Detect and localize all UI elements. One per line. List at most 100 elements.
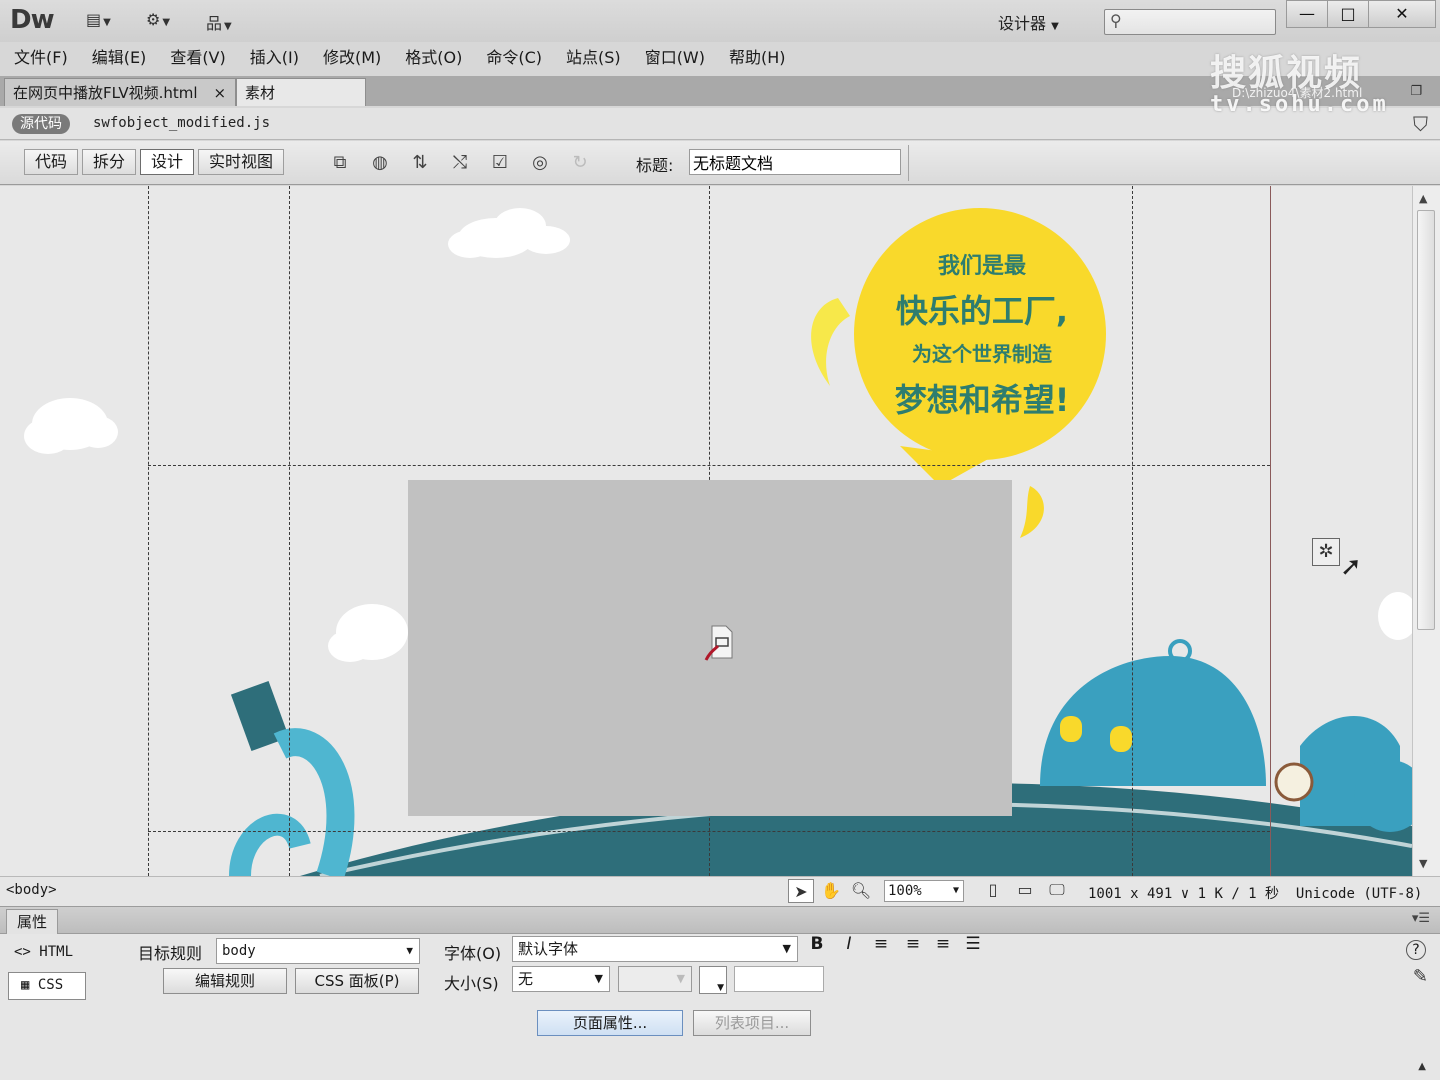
refresh-icon[interactable]: ↻: [560, 149, 600, 177]
related-file-swfobject[interactable]: swfobject_modified.js: [93, 115, 270, 131]
menu-insert[interactable]: 插入(I): [250, 42, 299, 74]
design-canvas[interactable]: 我们是最 快乐的工厂, 为这个世界制造 梦想和希望! ✲ ➚: [0, 186, 1412, 876]
layout-icon[interactable]: ▤ ▼: [86, 10, 111, 32]
dimensions-caret[interactable]: ∨: [1181, 886, 1189, 902]
italic-button[interactable]: I: [836, 934, 862, 954]
visual-aids-icon[interactable]: ◎: [520, 149, 560, 177]
status-bar: <body> ➤ ✋ 🔍︎ 100% ▼ ▯ ▭ 🖵 1001 x 491 ∨ 1…: [0, 876, 1440, 906]
live-view-button[interactable]: 实时视图: [198, 149, 285, 175]
html-mode-label: HTML: [39, 944, 74, 960]
font-select[interactable]: 默认字体 ▼: [512, 936, 798, 962]
collapse-panel-icon[interactable]: ▲: [1418, 1061, 1426, 1072]
text-color-picker[interactable]: ▼: [699, 966, 727, 994]
select-tool-icon[interactable]: ➤: [788, 879, 814, 903]
tab-flv-html[interactable]: 在网页中播放FLV视频.html ×: [4, 78, 236, 106]
menu-help[interactable]: 帮助(H): [729, 42, 786, 74]
scrollbar-thumb[interactable]: [1417, 210, 1435, 630]
document-toolbar: 代码 拆分 设计 实时视图 ⧉ ◍ ⇅ ⤭ ☑ ◎ ↻ 标题:: [0, 141, 1440, 185]
slogan-line-1: 我们是最: [937, 254, 1026, 279]
align-left-icon[interactable]: ≡: [868, 934, 894, 954]
zoom-tool-icon[interactable]: 🔍︎: [848, 879, 874, 903]
window-size-icons: ▯ ▭ 🖵: [978, 880, 1074, 902]
text-color-input[interactable]: [734, 966, 824, 992]
flash-video-placeholder[interactable]: [408, 480, 1012, 816]
tab-close-icon[interactable]: ×: [214, 84, 227, 102]
align-right-icon[interactable]: ≡: [930, 934, 956, 954]
extend-gear-icon[interactable]: ⚙ ▼: [146, 10, 170, 32]
multiscreen-icon[interactable]: ⧉: [320, 149, 360, 177]
source-code-button[interactable]: 源代码: [12, 114, 70, 134]
menu-site[interactable]: 站点(S): [566, 42, 621, 74]
flash-plugin-icon: [704, 625, 733, 661]
slogan-line-4: 梦想和希望!: [894, 381, 1070, 419]
maximize-button[interactable]: □: [1327, 0, 1369, 28]
target-rule-select[interactable]: body ▼: [216, 938, 420, 964]
html-mode-button[interactable]: <> HTML: [14, 944, 73, 960]
table-guide-line: [148, 465, 1270, 466]
search-icon: ⚲: [1110, 11, 1122, 30]
phone-size-icon[interactable]: ▯: [978, 880, 1008, 902]
edit-rule-button[interactable]: 编辑规则: [163, 968, 287, 994]
menu-window[interactable]: 窗口(W): [645, 42, 705, 74]
target-rule-label: 目标规则: [138, 944, 203, 963]
list-item-button[interactable]: 列表项目...: [693, 1010, 811, 1036]
desktop-size-icon[interactable]: 🖵: [1042, 880, 1072, 902]
bold-button[interactable]: B: [804, 934, 830, 954]
properties-tab[interactable]: 属性: [6, 909, 59, 935]
menu-view[interactable]: 查看(V): [170, 42, 225, 74]
workspace-switcher[interactable]: 设计器 ▼: [998, 10, 1059, 34]
vertical-scrollbar[interactable]: ▲ ▼: [1412, 186, 1440, 876]
download-size-time: 1 K / 1 秒: [1197, 886, 1280, 902]
restore-document-icon[interactable]: ❐: [1410, 84, 1422, 99]
slogan-line-3: 为这个世界制造: [912, 342, 1052, 366]
scroll-down-icon[interactable]: ▼: [1419, 857, 1427, 870]
align-center-icon[interactable]: ≡: [900, 934, 926, 954]
css-panel-button[interactable]: CSS 面板(P): [295, 968, 419, 994]
size-unit-select[interactable]: ▼: [618, 966, 692, 992]
status-tools: ➤ ✋ 🔍︎: [788, 879, 878, 903]
menu-file[interactable]: 文件(F): [14, 42, 68, 74]
filter-icon[interactable]: ⛉: [1413, 112, 1428, 136]
font-label: 字体(O): [444, 944, 502, 963]
help-search-input[interactable]: ⚲: [1104, 9, 1276, 35]
view-switcher: 代码 拆分 设计 实时视图: [24, 149, 288, 175]
hand-tool-icon[interactable]: ✋: [818, 879, 844, 903]
tablet-size-icon[interactable]: ▭: [1010, 880, 1040, 902]
validate-icon[interactable]: ☑: [480, 149, 520, 177]
panel-options-icon[interactable]: ▾☰: [1412, 911, 1430, 926]
minimize-button[interactable]: —: [1286, 0, 1328, 28]
menu-modify[interactable]: 修改(M): [323, 42, 381, 74]
table-guide-line: [289, 186, 290, 876]
css-mode-button[interactable]: ▦ CSS: [8, 972, 86, 1000]
inspect-icon[interactable]: ⤭: [440, 149, 480, 177]
menu-format[interactable]: 格式(O): [405, 42, 462, 74]
document-info: 1001 x 491 ∨ 1 K / 1 秒 Unicode (UTF-8): [1088, 883, 1422, 903]
tag-selector-body[interactable]: <body>: [6, 882, 57, 898]
help-icon[interactable]: ?: [1406, 940, 1426, 960]
tab-sucai2-html[interactable]: 素材2.html*×: [236, 78, 366, 130]
zoom-value: 100%: [888, 883, 922, 899]
size-select[interactable]: 无 ▼: [512, 966, 610, 992]
font-value: 默认字体: [518, 940, 579, 958]
page-properties-button[interactable]: 页面属性...: [537, 1010, 683, 1036]
menu-edit[interactable]: 编辑(E): [92, 42, 147, 74]
code-view-button[interactable]: 代码: [24, 149, 79, 175]
properties-panel: <> HTML ▦ CSS 目标规则 body ▼ 编辑规则 CSS 面板(P) …: [0, 934, 1440, 1080]
size-value: 无: [518, 970, 534, 988]
file-management-icon[interactable]: ⇅: [400, 149, 440, 177]
quick-tag-editor-icon[interactable]: ✎: [1413, 966, 1428, 987]
design-view-button[interactable]: 设计: [140, 149, 195, 175]
site-icon[interactable]: 品 ▼: [206, 10, 232, 33]
dreamweaver-window: Dw ▤ ▼ ⚙ ▼ 品 ▼ 设计器 ▼ ⚲ — □ ✕ 文件(F) 编辑(E) 查看…: [0, 0, 1440, 1080]
tab-label: 在网页中播放FLV视频.html: [13, 84, 198, 102]
preview-browser-icon[interactable]: ◍: [360, 149, 400, 177]
close-button[interactable]: ✕: [1368, 0, 1436, 28]
menu-commands[interactable]: 命令(C): [486, 42, 542, 74]
window-dimensions[interactable]: 1001 x 491: [1088, 886, 1172, 902]
split-view-button[interactable]: 拆分: [82, 149, 137, 175]
scroll-up-icon[interactable]: ▲: [1419, 192, 1427, 205]
plugin-marker-icon[interactable]: ✲: [1312, 538, 1340, 566]
zoom-select[interactable]: 100% ▼: [884, 880, 964, 902]
document-title-input[interactable]: [689, 149, 901, 175]
align-justify-icon[interactable]: ☰: [960, 934, 986, 954]
